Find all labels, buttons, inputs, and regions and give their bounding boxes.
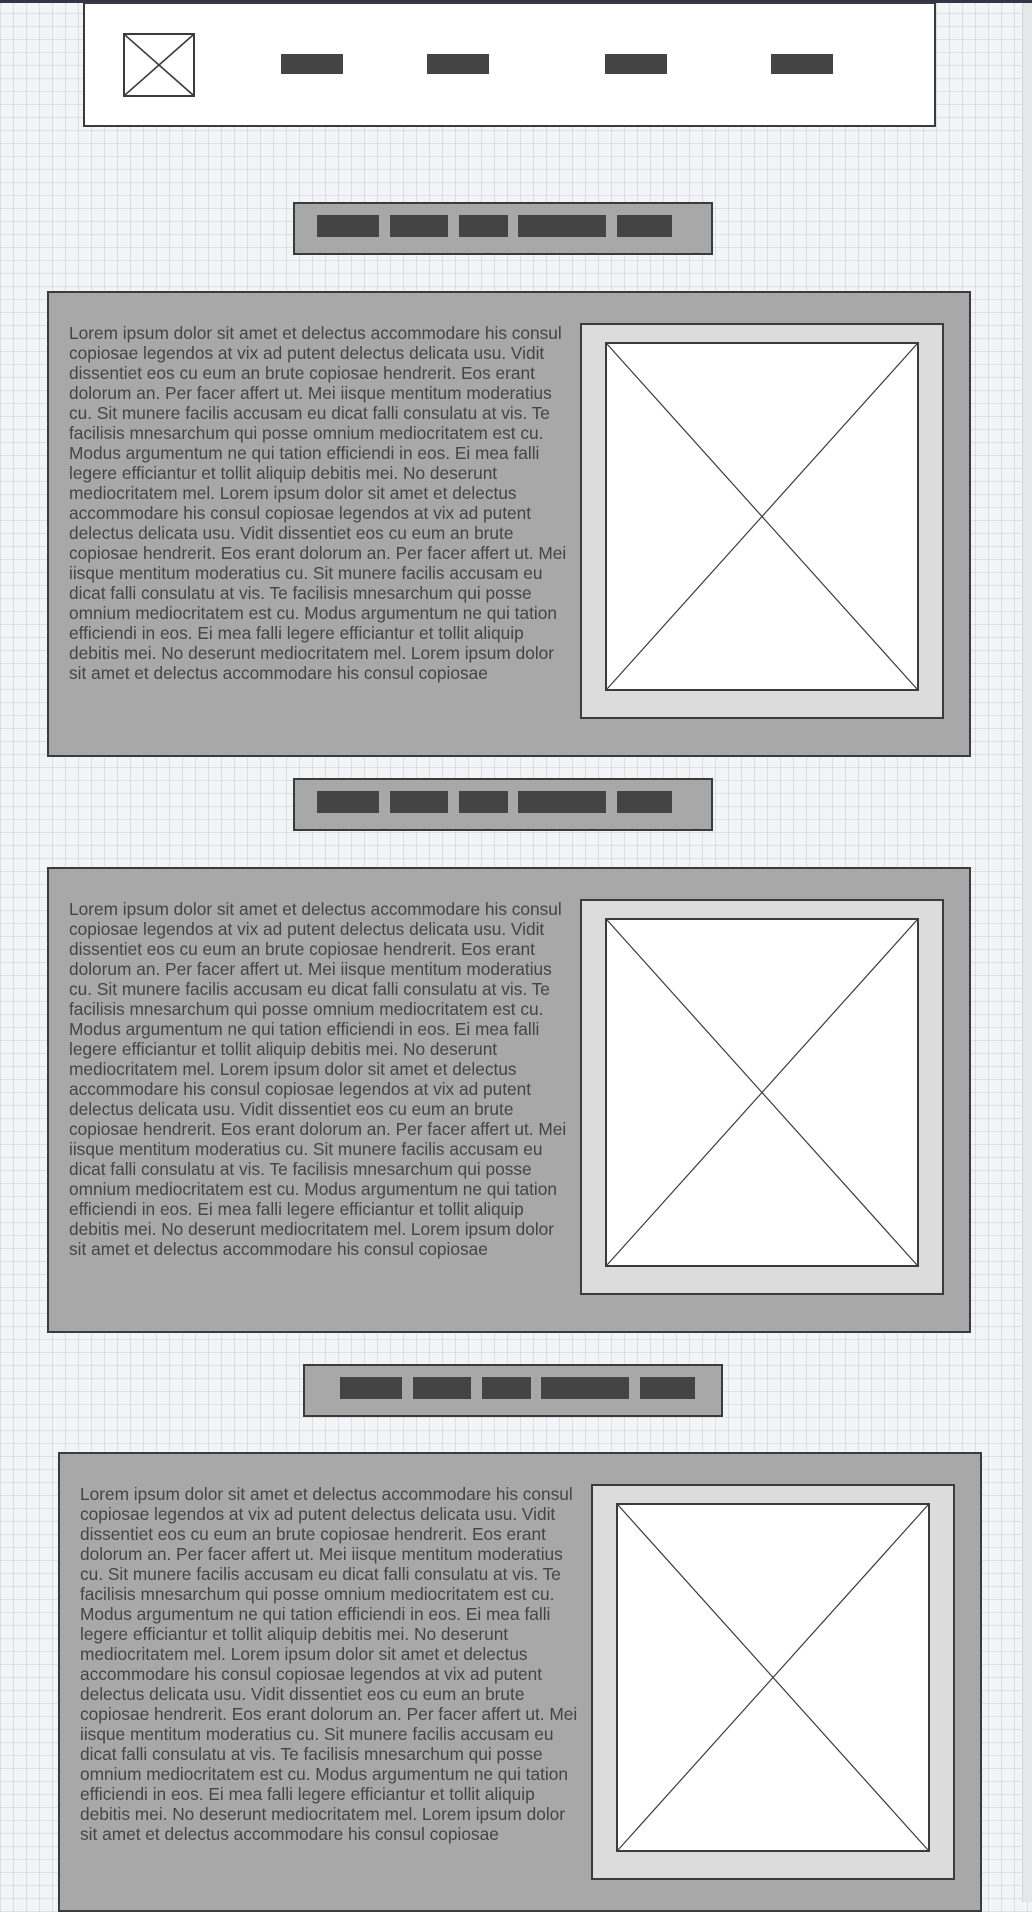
tab-pill-1[interactable]	[317, 791, 379, 813]
nav-link-1[interactable]	[281, 54, 343, 74]
section-tab-bar-1	[293, 202, 713, 255]
nav-link-2[interactable]	[427, 54, 489, 74]
content-section-3: Lorem ipsum dolor sit amet et delectus a…	[58, 1452, 982, 1912]
tab-pill-3[interactable]	[459, 215, 508, 237]
logo-image-placeholder-icon[interactable]	[123, 33, 195, 97]
image-placeholder-icon	[607, 920, 917, 1265]
section-tab-bar-3	[303, 1364, 723, 1417]
tab-pill-4[interactable]	[518, 215, 606, 237]
tab-pill-5[interactable]	[640, 1377, 695, 1399]
image-frame	[580, 323, 944, 719]
tab-pill-4[interactable]	[541, 1377, 629, 1399]
image-frame	[580, 899, 944, 1295]
image-placeholder[interactable]	[605, 918, 919, 1267]
vertical-scrollbar[interactable]	[1022, 3, 1032, 1902]
image-placeholder[interactable]	[616, 1503, 930, 1852]
section-body-text: Lorem ipsum dolor sit amet et delectus a…	[80, 1484, 578, 1844]
tab-pill-3[interactable]	[459, 791, 508, 813]
tab-pill-3[interactable]	[482, 1377, 531, 1399]
tab-pill-2[interactable]	[390, 215, 448, 237]
content-section-1: Lorem ipsum dolor sit amet et delectus a…	[47, 291, 971, 757]
tab-pill-5[interactable]	[617, 215, 672, 237]
image-frame	[591, 1484, 955, 1880]
section-body-text: Lorem ipsum dolor sit amet et delectus a…	[69, 323, 567, 683]
tab-pill-2[interactable]	[390, 791, 448, 813]
section-body-text: Lorem ipsum dolor sit amet et delectus a…	[69, 899, 567, 1259]
image-placeholder-icon	[618, 1505, 928, 1850]
tab-pill-4[interactable]	[518, 791, 606, 813]
tab-pill-1[interactable]	[317, 215, 379, 237]
site-header	[83, 2, 936, 127]
nav-link-3[interactable]	[605, 54, 667, 74]
tab-pill-2[interactable]	[413, 1377, 471, 1399]
section-tab-bar-2	[293, 778, 713, 831]
nav-link-4[interactable]	[771, 54, 833, 74]
image-placeholder[interactable]	[605, 342, 919, 691]
image-placeholder-icon	[607, 344, 917, 689]
image-placeholder-icon	[125, 35, 193, 95]
tab-pill-1[interactable]	[340, 1377, 402, 1399]
tab-pill-5[interactable]	[617, 791, 672, 813]
content-section-2: Lorem ipsum dolor sit amet et delectus a…	[47, 867, 971, 1333]
